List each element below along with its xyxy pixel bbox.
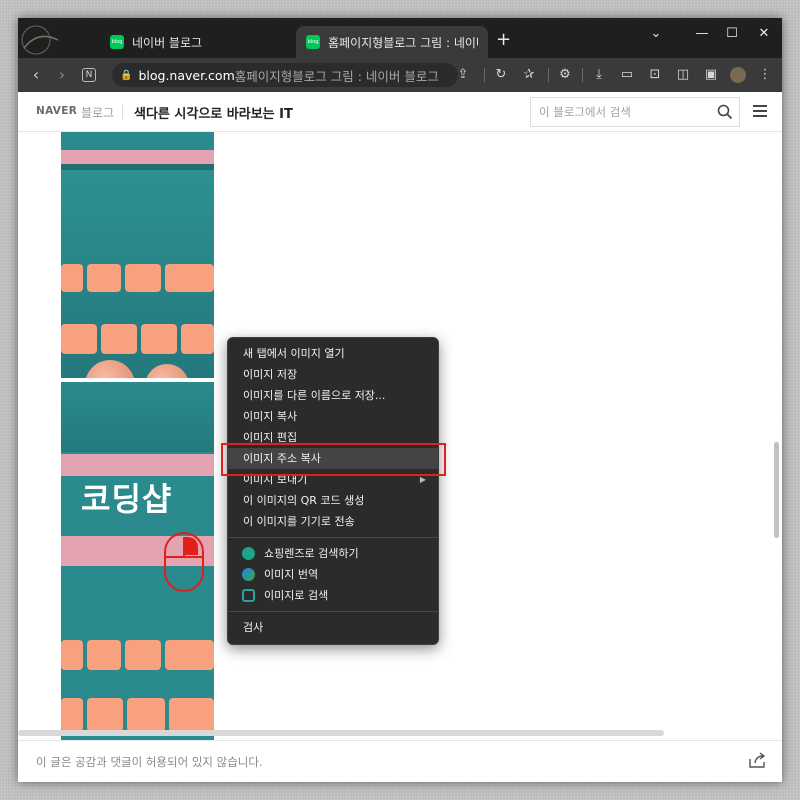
reader-icon[interactable]: N: [82, 68, 96, 82]
menu-item-label: 쇼핑렌즈로 검색하기: [264, 547, 359, 560]
blog-favicon-icon: blog: [306, 35, 320, 49]
menu-item-save-image[interactable]: 이미지 저장: [228, 364, 438, 385]
menu-item-copy-image[interactable]: 이미지 복사: [228, 406, 438, 427]
sidebar-icon[interactable]: ▣: [702, 66, 720, 84]
browser-window: blog 네이버 블로그 blog 홈페이지형블로그 그림 : 네이버 + ⌄ …: [18, 18, 782, 782]
image-search-icon: [242, 589, 255, 602]
video-icon[interactable]: ▭: [618, 66, 636, 84]
address-rest: 홈페이지형블로그 그림 : 네이버 블로그: [234, 68, 439, 84]
tab-title: 홈페이지형블로그 그림 : 네이버: [328, 35, 478, 50]
menu-item-shopping-lens[interactable]: 쇼핑렌즈로 검색하기: [228, 543, 438, 564]
tab-naver-blog[interactable]: blog 네이버 블로그: [100, 26, 290, 58]
menu-divider: [228, 537, 438, 538]
post-footer: 이 글은 공감과 댓글이 허용되어 있지 않습니다.: [18, 740, 782, 782]
comment-notice: 이 글은 공감과 댓글이 허용되어 있지 않습니다.: [36, 755, 263, 769]
tab-title: 네이버 블로그: [132, 35, 203, 50]
browser-toolbar: ‹ › N 🔒 blog.naver.com 홈페이지형블로그 그림 : 네이버…: [18, 58, 782, 92]
extensions-icon[interactable]: ⚙: [556, 66, 574, 84]
naver-logo[interactable]: NAVER: [36, 105, 77, 117]
wallpaper-deco-icon: [21, 25, 59, 55]
split-screen-icon[interactable]: ◫: [674, 66, 692, 84]
tab-strip: blog 네이버 블로그 blog 홈페이지형블로그 그림 : 네이버 + ⌄ …: [18, 18, 782, 58]
back-icon[interactable]: ‹: [26, 65, 46, 85]
download-icon[interactable]: ⤓: [590, 66, 608, 84]
share-icon[interactable]: [748, 751, 768, 769]
share-icon[interactable]: ⇪: [454, 66, 472, 84]
blog-favicon-icon: blog: [110, 35, 124, 49]
menu-item-translate-image[interactable]: 이미지 번역: [228, 564, 438, 585]
close-icon[interactable]: ✕: [752, 26, 776, 41]
menu-divider: [228, 611, 438, 612]
right-click-mouse-icon: [164, 532, 204, 592]
menu-item-save-image-as[interactable]: 이미지를 다른 이름으로 저장...: [228, 385, 438, 406]
horizontal-scrollbar[interactable]: [18, 730, 664, 736]
blog-image[interactable]: 코딩샵: [61, 132, 214, 740]
maximize-icon[interactable]: ☐: [720, 26, 744, 41]
menu-item-inspect[interactable]: 검사: [228, 617, 438, 638]
more-icon[interactable]: ⋮: [756, 66, 774, 84]
blog-header: NAVER 블로그 색다른 시각으로 바라보는 IT: [18, 92, 782, 132]
blog-title[interactable]: 색다른 시각으로 바라보는 IT: [134, 103, 293, 122]
forward-icon[interactable]: ›: [52, 65, 72, 85]
reload-icon[interactable]: ↻: [492, 66, 510, 84]
vertical-scrollbar[interactable]: [774, 442, 779, 538]
screenshot-icon[interactable]: ⊡: [646, 66, 664, 84]
lock-icon: 🔒: [120, 69, 133, 81]
chevron-down-icon[interactable]: ⌄: [644, 26, 668, 41]
address-bar[interactable]: 🔒 blog.naver.com 홈페이지형블로그 그림 : 네이버 블로그: [112, 63, 458, 87]
plus-icon[interactable]: +: [496, 31, 511, 49]
address-domain: blog.naver.com: [138, 67, 235, 83]
blog-search-input[interactable]: [531, 98, 701, 126]
menu-item-search-by-image[interactable]: 이미지로 검색: [228, 585, 438, 606]
translate-icon: [242, 568, 255, 581]
favorite-add-icon[interactable]: ✰: [520, 66, 538, 84]
search-icon[interactable]: [717, 104, 733, 120]
menu-icon[interactable]: [753, 105, 767, 117]
blog-label[interactable]: 블로그: [81, 104, 114, 121]
menu-item-open-image-new-tab[interactable]: 새 탭에서 이미지 열기: [228, 343, 438, 364]
highlight-box: [221, 443, 446, 476]
menu-item-qr-code[interactable]: 이 이미지의 QR 코드 생성: [228, 490, 438, 511]
profile-icon[interactable]: [730, 67, 746, 83]
menu-item-send-to-device[interactable]: 이 이미지를 기기로 전송: [228, 511, 438, 532]
image-caption-text: 코딩샵: [81, 480, 173, 518]
shopping-lens-icon: [242, 547, 255, 560]
context-menu: 새 탭에서 이미지 열기 이미지 저장 이미지를 다른 이름으로 저장... 이…: [227, 337, 439, 645]
menu-item-label: 이미지로 검색: [264, 589, 329, 602]
blog-search-box: [530, 97, 740, 127]
tab-active-blog[interactable]: blog 홈페이지형블로그 그림 : 네이버: [296, 26, 488, 58]
menu-item-label: 이미지 번역: [264, 568, 319, 581]
minimize-icon[interactable]: —: [690, 26, 714, 41]
